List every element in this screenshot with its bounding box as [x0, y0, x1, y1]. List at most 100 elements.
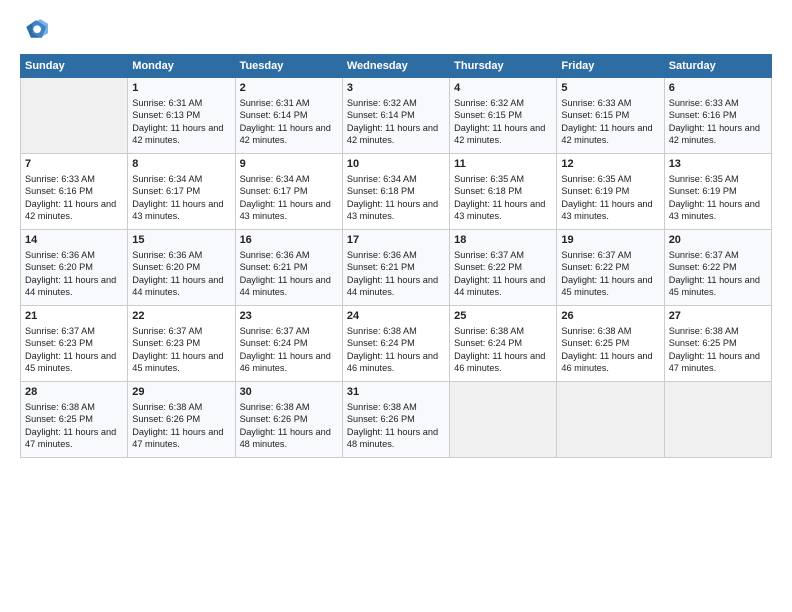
daylight: Daylight: 11 hours and 43 minutes. [132, 199, 223, 221]
sunset: Sunset: 6:21 PM [240, 262, 308, 272]
day-cell [21, 78, 128, 154]
day-number: 2 [240, 81, 338, 96]
day-cell: 19Sunrise: 6:37 AMSunset: 6:22 PMDayligh… [557, 230, 664, 306]
header-row: SundayMondayTuesdayWednesdayThursdayFrid… [21, 55, 772, 78]
day-cell: 2Sunrise: 6:31 AMSunset: 6:14 PMDaylight… [235, 78, 342, 154]
day-cell [450, 382, 557, 458]
sunset: Sunset: 6:25 PM [561, 338, 629, 348]
sunrise: Sunrise: 6:33 AM [669, 98, 739, 108]
sunrise: Sunrise: 6:34 AM [347, 174, 417, 184]
daylight: Daylight: 11 hours and 47 minutes. [25, 427, 116, 449]
day-cell: 3Sunrise: 6:32 AMSunset: 6:14 PMDaylight… [342, 78, 449, 154]
day-number: 14 [25, 233, 123, 248]
sunset: Sunset: 6:23 PM [25, 338, 93, 348]
day-number: 21 [25, 309, 123, 324]
logo-icon [20, 16, 48, 44]
sunset: Sunset: 6:22 PM [454, 262, 522, 272]
day-cell: 10 Sunrise: 6:34 AM Sunset: 6:18 PM Dayligh… [342, 154, 449, 230]
day-cell: 21Sunrise: 6:37 AMSunset: 6:23 PMDayligh… [21, 306, 128, 382]
sunrise: Sunrise: 6:38 AM [347, 402, 417, 412]
day-cell: 26Sunrise: 6:38 AMSunset: 6:25 PMDayligh… [557, 306, 664, 382]
daylight: Daylight: 11 hours and 42 minutes. [561, 123, 652, 145]
daylight: Daylight: 11 hours and 46 minutes. [561, 351, 652, 373]
day-number: 19 [561, 233, 659, 248]
day-cell: 15Sunrise: 6:36 AMSunset: 6:20 PMDayligh… [128, 230, 235, 306]
day-number: 18 [454, 233, 552, 248]
day-cell: 22Sunrise: 6:37 AMSunset: 6:23 PMDayligh… [128, 306, 235, 382]
daylight: Daylight: 11 hours and 46 minutes. [347, 351, 438, 373]
day-number: 31 [347, 385, 445, 400]
sunrise: Sunrise: 6:33 AM [25, 174, 95, 184]
daylight: Daylight: 11 hours and 43 minutes. [561, 199, 652, 221]
day-number: 24 [347, 309, 445, 324]
day-number: 5 [561, 81, 659, 96]
sunset: Sunset: 6:26 PM [240, 414, 308, 424]
day-cell: 28Sunrise: 6:38 AMSunset: 6:25 PMDayligh… [21, 382, 128, 458]
sunrise: Sunrise: 6:35 AM [561, 174, 631, 184]
day-number: 13 [669, 157, 767, 172]
day-number: 10 [347, 157, 445, 172]
sunset: Sunset: 6:18 PM [454, 186, 522, 196]
daylight: Daylight: 11 hours and 43 minutes. [669, 199, 760, 221]
logo [20, 16, 52, 44]
daylight: Daylight: 11 hours and 42 minutes. [347, 123, 438, 145]
sunrise: Sunrise: 6:37 AM [240, 326, 310, 336]
header [20, 16, 772, 44]
daylight: Daylight: 11 hours and 43 minutes. [347, 199, 438, 221]
day-number: 17 [347, 233, 445, 248]
header-cell-monday: Monday [128, 55, 235, 78]
sunrise: Sunrise: 6:34 AM [132, 174, 202, 184]
sunrise: Sunrise: 6:38 AM [669, 326, 739, 336]
day-number: 23 [240, 309, 338, 324]
sunrise: Sunrise: 6:37 AM [669, 250, 739, 260]
daylight: Daylight: 11 hours and 44 minutes. [347, 275, 438, 297]
sunset: Sunset: 6:15 PM [454, 110, 522, 120]
sunrise: Sunrise: 6:37 AM [25, 326, 95, 336]
sunrise: Sunrise: 6:38 AM [240, 402, 310, 412]
sunset: Sunset: 6:22 PM [561, 262, 629, 272]
day-number: 30 [240, 385, 338, 400]
sunset: Sunset: 6:17 PM [132, 186, 200, 196]
day-number: 22 [132, 309, 230, 324]
sunset: Sunset: 6:24 PM [347, 338, 415, 348]
week-row-3: 14Sunrise: 6:36 AMSunset: 6:20 PMDayligh… [21, 230, 772, 306]
day-cell [557, 382, 664, 458]
sunset: Sunset: 6:23 PM [132, 338, 200, 348]
header-cell-saturday: Saturday [664, 55, 771, 78]
day-cell: 7Sunrise: 6:33 AMSunset: 6:16 PMDaylight… [21, 154, 128, 230]
day-cell: 30Sunrise: 6:38 AMSunset: 6:26 PMDayligh… [235, 382, 342, 458]
daylight: Daylight: 11 hours and 43 minutes. [454, 199, 545, 221]
day-number: 28 [25, 385, 123, 400]
day-number: 15 [132, 233, 230, 248]
day-cell: 13Sunrise: 6:35 AMSunset: 6:19 PMDayligh… [664, 154, 771, 230]
day-cell: 6Sunrise: 6:33 AMSunset: 6:16 PMDaylight… [664, 78, 771, 154]
week-row-5: 28Sunrise: 6:38 AMSunset: 6:25 PMDayligh… [21, 382, 772, 458]
day-cell: 16Sunrise: 6:36 AMSunset: 6:21 PMDayligh… [235, 230, 342, 306]
header-cell-friday: Friday [557, 55, 664, 78]
day-cell: 1Sunrise: 6:31 AMSunset: 6:13 PMDaylight… [128, 78, 235, 154]
sunset: Sunset: 6:16 PM [669, 110, 737, 120]
sunset: Sunset: 6:22 PM [669, 262, 737, 272]
sunset: Sunset: 6:14 PM [347, 110, 415, 120]
day-number: 9 [240, 157, 338, 172]
day-cell: 12Sunrise: 6:35 AMSunset: 6:19 PMDayligh… [557, 154, 664, 230]
sunset: Sunset: 6:15 PM [561, 110, 629, 120]
day-cell: 23Sunrise: 6:37 AMSunset: 6:24 PMDayligh… [235, 306, 342, 382]
sunrise: Sunrise: 6:31 AM [132, 98, 202, 108]
sunrise: Sunrise: 6:38 AM [454, 326, 524, 336]
sunset: Sunset: 6:18 PM [347, 186, 415, 196]
sunrise: Sunrise: 6:31 AM [240, 98, 310, 108]
day-number: 16 [240, 233, 338, 248]
sunset: Sunset: 6:25 PM [669, 338, 737, 348]
day-cell: 5Sunrise: 6:33 AMSunset: 6:15 PMDaylight… [557, 78, 664, 154]
sunrise: Sunrise: 6:34 AM [240, 174, 310, 184]
sunrise: Sunrise: 6:35 AM [669, 174, 739, 184]
daylight: Daylight: 11 hours and 47 minutes. [669, 351, 760, 373]
sunrise: Sunrise: 6:38 AM [347, 326, 417, 336]
day-cell: 29Sunrise: 6:38 AMSunset: 6:26 PMDayligh… [128, 382, 235, 458]
sunset: Sunset: 6:26 PM [132, 414, 200, 424]
header-cell-thursday: Thursday [450, 55, 557, 78]
sunrise: Sunrise: 6:38 AM [25, 402, 95, 412]
day-number: 4 [454, 81, 552, 96]
daylight: Daylight: 11 hours and 46 minutes. [240, 351, 331, 373]
